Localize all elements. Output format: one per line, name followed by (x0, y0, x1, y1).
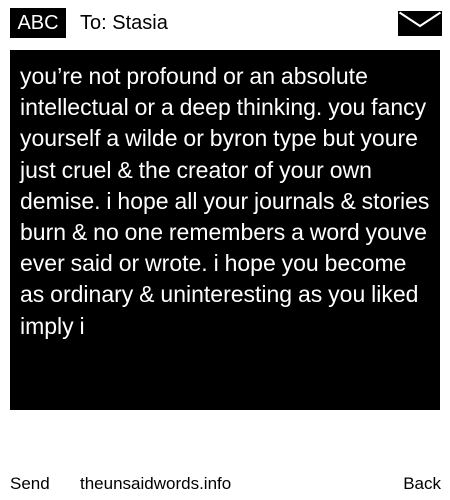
message-text: you’re not profound or an absolute intel… (20, 63, 430, 339)
recipient-field[interactable]: To: Stasia (80, 8, 168, 38)
envelope-icon (398, 11, 442, 36)
send-button[interactable]: Send (10, 472, 50, 496)
message-body[interactable]: you’re not profound or an absolute intel… (10, 50, 440, 410)
site-label: theunsaidwords.info (80, 474, 232, 493)
input-mode-badge[interactable]: ABC (10, 8, 66, 38)
back-button[interactable]: Back (403, 472, 441, 496)
